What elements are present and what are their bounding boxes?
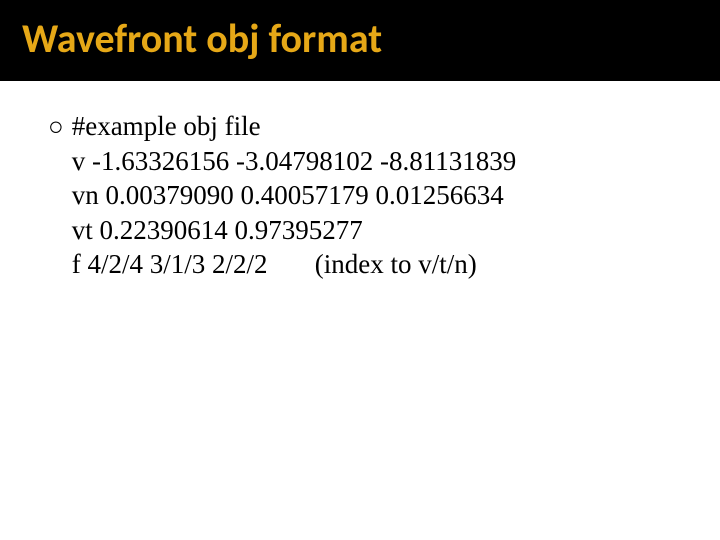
obj-line-normal: vn 0.00379090 0.40057179 0.01256634: [72, 178, 516, 213]
obj-example-block: #example obj file v -1.63326156 -3.04798…: [72, 109, 516, 282]
obj-line-comment: #example obj file: [72, 109, 516, 144]
title-bar: Wavefront obj format: [0, 0, 720, 81]
slide-title: Wavefront obj format: [22, 14, 720, 63]
obj-line-texcoord: vt 0.22390614 0.97395277: [72, 213, 516, 248]
slide: Wavefront obj format ○ #example obj file…: [0, 0, 720, 540]
obj-line-vertex: v -1.63326156 -3.04798102 -8.81131839: [72, 144, 516, 179]
slide-body: ○ #example obj file v -1.63326156 -3.047…: [0, 81, 720, 282]
obj-line-face: f 4/2/4 3/1/3 2/2/2 (index to v/t/n): [72, 247, 516, 282]
bullet-item: ○ #example obj file v -1.63326156 -3.047…: [48, 109, 680, 282]
bullet-icon: ○: [48, 109, 64, 143]
